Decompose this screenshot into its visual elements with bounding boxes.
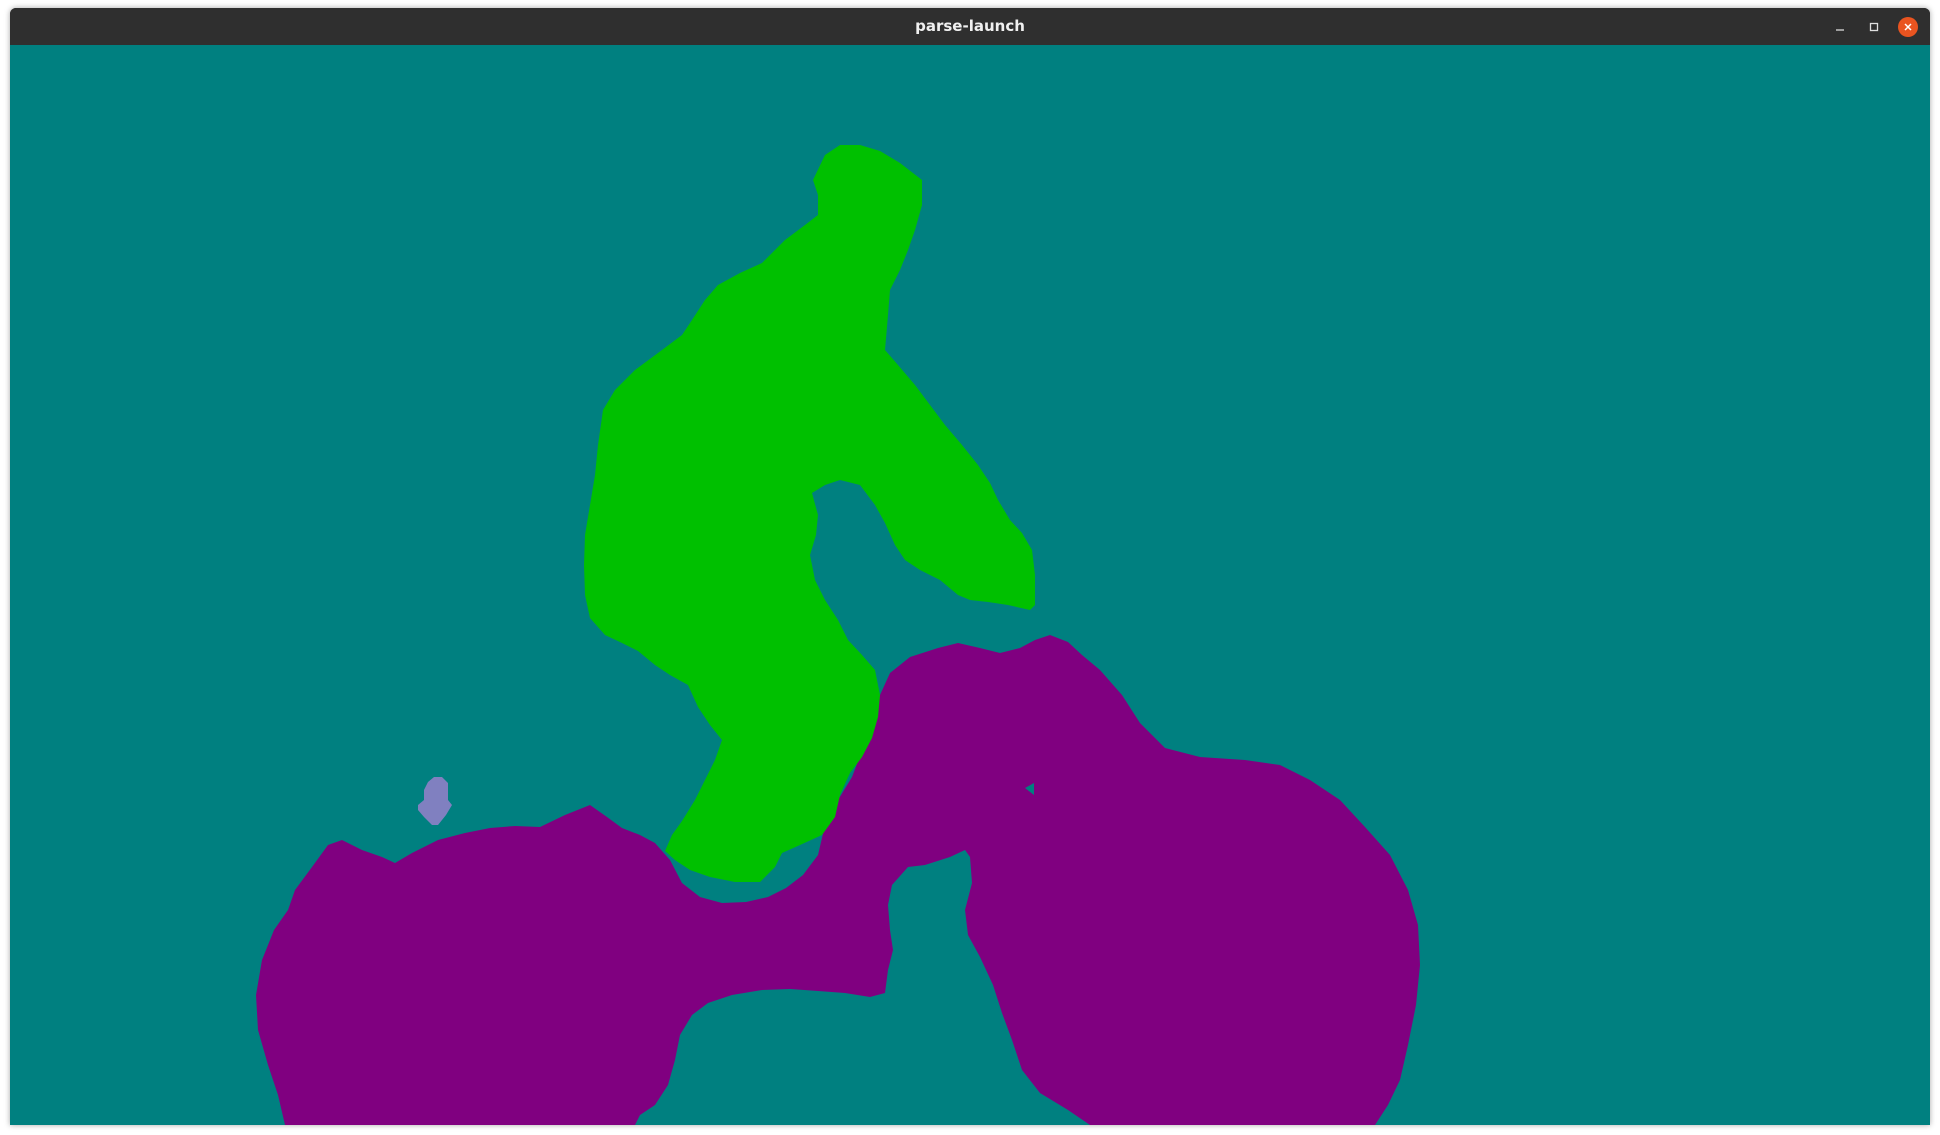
minimize-button[interactable] [1826, 13, 1854, 41]
title-bar[interactable]: parse-launch [10, 8, 1930, 46]
close-button[interactable] [1894, 13, 1922, 41]
window-title: parse-launch [915, 17, 1025, 35]
maximize-icon [1869, 22, 1879, 31]
minimize-icon [1836, 28, 1844, 31]
app-window: parse-launch [10, 8, 1930, 1125]
segmentation-canvas[interactable] [10, 45, 1930, 1125]
maximize-button[interactable] [1860, 13, 1888, 41]
close-icon [1904, 22, 1912, 31]
close-button-circle [1898, 16, 1918, 37]
segmentation-image [10, 45, 1930, 1125]
window-controls [1826, 8, 1922, 45]
